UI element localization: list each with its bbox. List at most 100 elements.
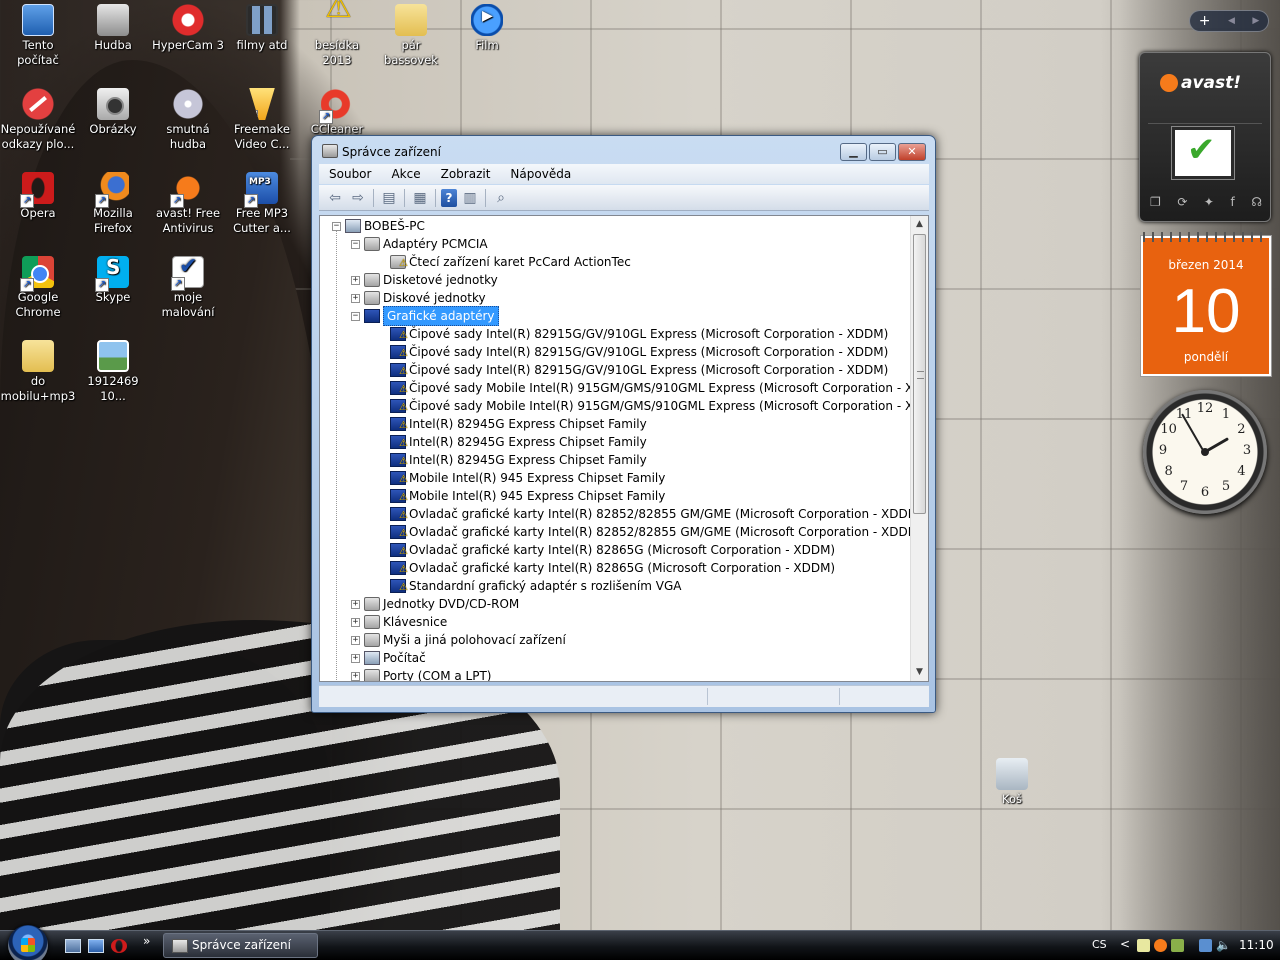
desktop-icon[interactable]: besídka 2013 (299, 0, 375, 68)
title-bar[interactable]: Správce zařízení ▁ ▭ ✕ (312, 136, 935, 166)
properties-icon[interactable]: ▦ (410, 189, 430, 207)
vertical-scrollbar[interactable]: ▲ ▼ (910, 216, 928, 681)
back-icon[interactable]: ⇦ (325, 189, 345, 207)
taskbar-device-manager-button[interactable]: Správce zařízení (163, 933, 318, 958)
desktop-icon[interactable]: HyperCam 3 (150, 4, 226, 53)
desktop-icon[interactable]: moje malování (150, 256, 226, 320)
desktop-icon[interactable]: avast! Free Antivirus (150, 172, 226, 236)
desktop-icon[interactable]: do mobilu+mp3 (0, 340, 76, 404)
desktop-icon[interactable]: smutná hudba (150, 88, 226, 152)
close-button[interactable]: ✕ (898, 143, 926, 161)
desktop-icon[interactable]: Opera (0, 172, 76, 221)
show-hide-tree-icon[interactable]: ▤ (379, 189, 399, 207)
window-icon[interactable]: ❐ (1150, 195, 1161, 209)
refresh-icon[interactable]: ⟳ (1177, 195, 1187, 209)
tray-avast-icon[interactable] (1154, 939, 1167, 952)
collapse-icon[interactable]: − (351, 311, 360, 321)
taskbar-clock[interactable]: 11:10 (1239, 938, 1274, 952)
tree-category[interactable]: − Adaptéry PCMCIA (351, 235, 488, 253)
tree-device[interactable]: Mobile Intel(R) 945 Express Chipset Fami… (390, 487, 665, 507)
desktop-icon[interactable]: CCleaner (299, 88, 375, 137)
expand-icon[interactable]: + (351, 617, 360, 627)
collapse-icon[interactable]: − (332, 221, 341, 231)
scroll-thumb[interactable] (913, 234, 926, 514)
maximize-button[interactable]: ▭ (869, 143, 896, 161)
desktop-icon[interactable]: Tento počítač (0, 4, 76, 68)
tray-volume-icon[interactable]: 🔈 (1216, 939, 1231, 952)
desktop-icon[interactable]: Hudba (75, 4, 151, 53)
tree-device[interactable]: Čtecí zařízení karet PcCard ActionTec (390, 253, 631, 273)
tree-device[interactable]: Ovladač grafické karty Intel(R) 82852/82… (390, 505, 923, 525)
scroll-down-icon[interactable]: ▼ (911, 664, 928, 681)
device-tree-pane[interactable]: −BOBEŠ-PC−Adaptéry PCMCIAČtecí zařízení … (319, 215, 929, 682)
tree-device[interactable]: Mobile Intel(R) 945 Express Chipset Fami… (390, 469, 665, 489)
language-indicator[interactable]: CS (1092, 938, 1107, 951)
tray-expand-icon[interactable]: < (1120, 937, 1130, 951)
tree-category[interactable]: − Grafické adaptéry (351, 306, 499, 326)
desktop-icon[interactable]: filmy atd (224, 4, 300, 53)
desktop-icon[interactable]: Skype (75, 256, 151, 305)
next-gadget-icon[interactable]: ▶ (1252, 16, 1259, 26)
show-desktop-icon[interactable] (65, 939, 81, 953)
tree-device[interactable]: Ovladač grafické karty Intel(R) 82865G (… (390, 559, 835, 579)
tree-device[interactable]: Intel(R) 82945G Express Chipset Family (390, 451, 647, 471)
menu-item[interactable]: Zobrazit (431, 167, 501, 181)
menu-item[interactable]: Nápověda (500, 167, 581, 181)
tree-category[interactable]: + Porty (COM a LPT) (351, 667, 491, 681)
opera-icon[interactable] (111, 939, 127, 953)
expand-icon[interactable]: + (351, 275, 360, 285)
avast-status-icon[interactable] (1171, 126, 1235, 180)
sidebar-toolbar[interactable]: + ◀ ▶ (1189, 10, 1269, 32)
tree-device[interactable]: Čipové sady Mobile Intel(R) 915GM/GMS/91… (390, 379, 928, 399)
tree-device[interactable]: Čipové sady Intel(R) 82915G/GV/910GL Exp… (390, 343, 888, 363)
tree-category[interactable]: + Klávesnice (351, 613, 447, 631)
expand-icon[interactable]: + (351, 599, 360, 609)
desktop-icon[interactable]: 1912469 10... (75, 340, 151, 404)
twitter-icon[interactable]: ✦ (1204, 195, 1214, 209)
tree-device[interactable]: Čipové sady Intel(R) 82915G/GV/910GL Exp… (390, 361, 888, 381)
tree-device[interactable]: Ovladač grafické karty Intel(R) 82865G (… (390, 541, 835, 561)
desktop-icon[interactable]: Mozilla Firefox (75, 172, 151, 236)
tray-network-icon[interactable] (1199, 939, 1212, 952)
expand-icon[interactable]: + (351, 653, 360, 663)
add-gadget-icon[interactable]: + (1199, 13, 1211, 29)
menu-item[interactable]: Akce (381, 167, 430, 181)
desktop-icon[interactable]: Film (449, 4, 525, 53)
tray-notes-icon[interactable] (1137, 939, 1150, 952)
minimize-button[interactable]: ▁ (840, 143, 867, 161)
rss-icon[interactable]: ☊ (1251, 195, 1262, 209)
menu-item[interactable]: Soubor (319, 167, 381, 181)
expand-icon[interactable]: + (351, 293, 360, 303)
scroll-up-icon[interactable]: ▲ (911, 216, 928, 233)
desktop-icon[interactable]: Freemake Video C... (224, 88, 300, 152)
tree-category[interactable]: + Myši a jiná polohovací zařízení (351, 631, 566, 649)
expand-icon[interactable]: + (351, 671, 360, 681)
collapse-icon[interactable]: − (351, 239, 360, 249)
view-icon[interactable]: ▥ (460, 189, 480, 207)
quick-launch-more[interactable]: » (143, 934, 150, 948)
desktop-icon[interactable]: Free MP3 Cutter a... (224, 172, 300, 236)
device-manager-window[interactable]: Správce zařízení ▁ ▭ ✕ Soubor Akce Zobrazi… (311, 135, 936, 713)
clock-gadget[interactable]: 12 1 2 3 4 5 6 7 8 9 10 11 (1143, 390, 1267, 514)
tree-device[interactable]: Ovladač grafické karty Intel(R) 82852/82… (390, 523, 923, 543)
tree-category[interactable]: + Disketové jednotky (351, 271, 498, 289)
avast-gadget[interactable]: avast! ❐ ⟳ ✦ f ☊ (1139, 52, 1271, 222)
tree-device[interactable]: Čipové sady Intel(R) 82915G/GV/910GL Exp… (390, 325, 888, 345)
expand-icon[interactable]: + (351, 635, 360, 645)
forward-icon[interactable]: ⇨ (348, 189, 368, 207)
tree-device[interactable]: Standardní grafický adaptér s rozlišením… (390, 577, 681, 597)
tree-category[interactable]: + Diskové jednotky (351, 289, 486, 307)
prev-gadget-icon[interactable]: ◀ (1228, 16, 1235, 26)
desktop-icon[interactable]: pár bassovek (373, 4, 449, 68)
tree-category[interactable]: + Jednotky DVD/CD-ROM (351, 595, 519, 613)
facebook-icon[interactable]: f (1231, 195, 1235, 209)
switch-windows-icon[interactable] (88, 939, 104, 953)
desktop-icon[interactable]: Nepoužívané odkazy plo... (0, 88, 76, 152)
tray-app-icon[interactable] (1171, 939, 1184, 952)
tree-device[interactable]: Intel(R) 82945G Express Chipset Family (390, 415, 647, 435)
tree-category[interactable]: + Počítač (351, 649, 426, 667)
start-button[interactable] (8, 925, 48, 960)
tree-device[interactable]: Čipové sady Mobile Intel(R) 915GM/GMS/91… (390, 397, 928, 417)
desktop-icon[interactable]: Koš (974, 758, 1050, 807)
calendar-gadget[interactable]: březen 2014 10 pondělí (1140, 232, 1272, 377)
